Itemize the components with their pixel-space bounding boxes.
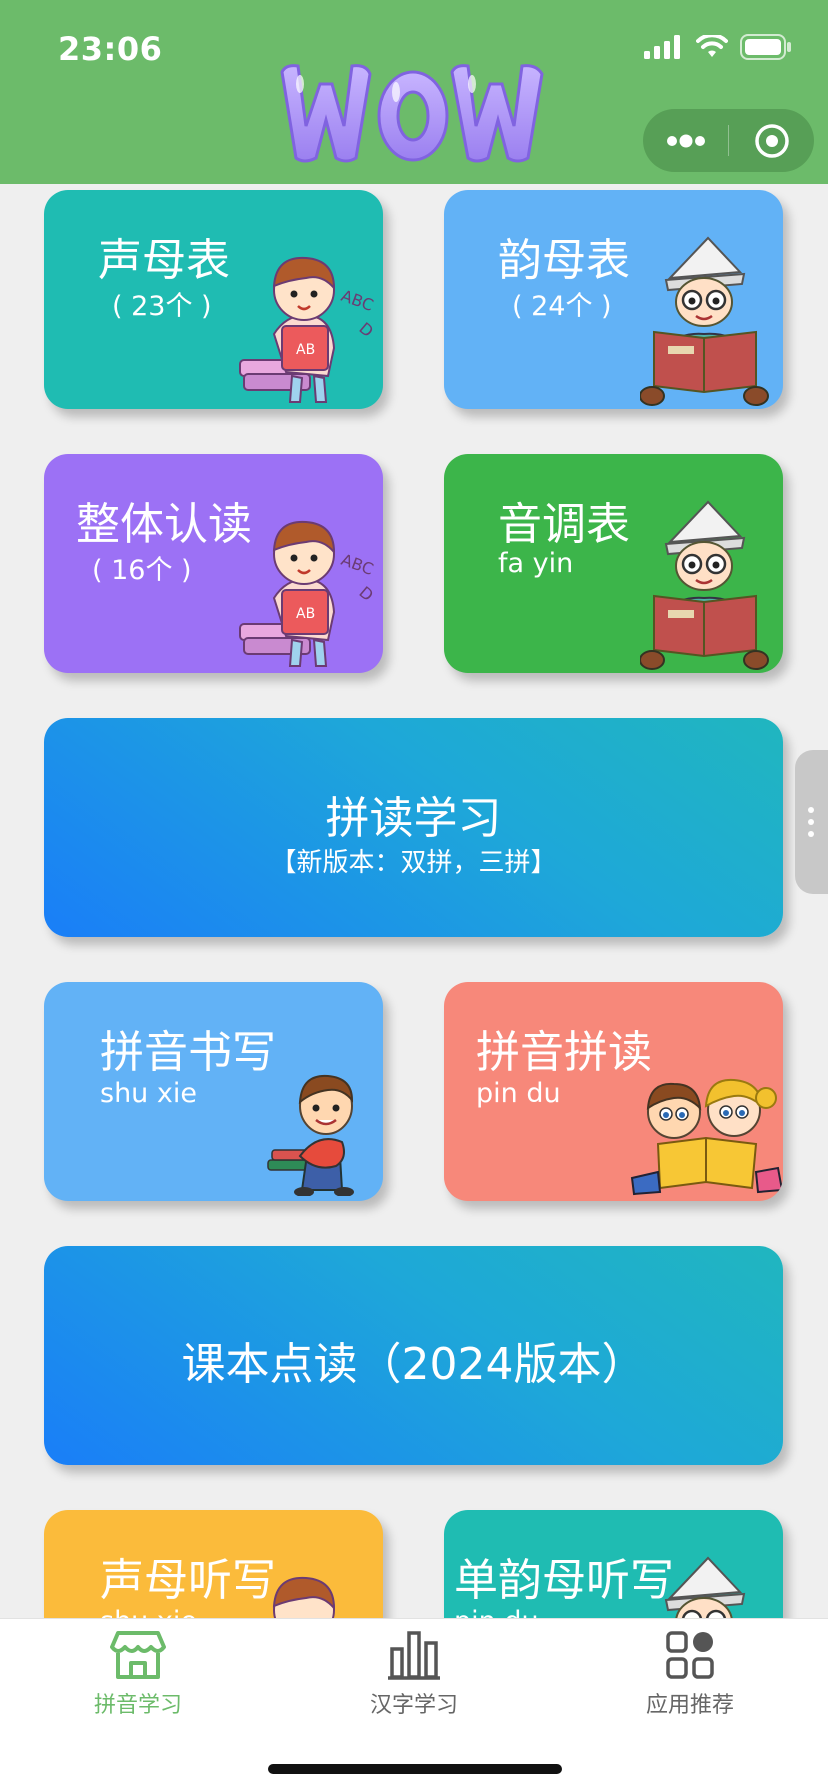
boy-reading-illustration — [640, 236, 769, 406]
tab-label: 应用推荐 — [645, 1693, 734, 1718]
more-menu-button[interactable] — [643, 109, 728, 172]
card-textbook-reading[interactable]: 课本点读（2024版本） — [44, 1246, 783, 1465]
header-bar: 23:06 — [0, 0, 828, 184]
card-title: 整体认读 — [76, 499, 252, 550]
card-title: 拼读学习 — [325, 793, 502, 844]
handle-dot — [808, 819, 814, 825]
card-spelling-study[interactable]: 拼读学习 【新版本：双拼，三拼】 — [44, 718, 783, 937]
card-subtitle: ( 16个 ) — [92, 555, 192, 586]
boy-reading-illustration — [640, 500, 769, 670]
card-subtitle: fa yin — [498, 548, 574, 579]
tab-label: 汉字学习 — [369, 1693, 458, 1718]
card-subtitle: ( 24个 ) — [512, 291, 612, 322]
card-tones-table[interactable]: 音调表 fa yin — [444, 454, 783, 673]
bar-chart-icon — [388, 1631, 440, 1680]
card-finals-table[interactable]: 韵母表 ( 24个 ) — [444, 190, 783, 409]
handle-dot — [808, 831, 814, 837]
home-indicator[interactable] — [268, 1764, 562, 1774]
card-subtitle: shu xie — [100, 1078, 197, 1109]
more-dots-icon — [666, 134, 705, 147]
boy-with-books-illustration — [267, 1074, 354, 1196]
close-mini-program-button[interactable] — [729, 109, 814, 172]
card-title: 音调表 — [498, 499, 630, 550]
bottom-tab-bar: 拼音学习 汉字学习 应用推荐 — [0, 1618, 828, 1792]
svg-text:ABC: ABC — [339, 550, 376, 579]
mini-program-capsule — [643, 109, 814, 172]
card-initials-table[interactable]: 声母表 ( 23个 ) AB ABC D — [44, 190, 383, 409]
shop-icon — [110, 1631, 166, 1679]
girl-reading-illustration: AB ABC D — [239, 520, 377, 667]
card-whole-syllables[interactable]: 整体认读 ( 16个 ) AB ABC D — [44, 454, 383, 673]
status-icons — [644, 34, 792, 60]
card-title: 拼音书写 — [100, 1027, 276, 1078]
screen: 23:06 声母表 (23个) AB ABC D 韵母表 (24个) 整… — [0, 0, 828, 1792]
card-pinyin-writing[interactable]: 拼音书写 shu xie — [44, 982, 383, 1201]
side-float-handle[interactable] — [795, 750, 828, 894]
handle-dot — [808, 807, 814, 813]
card-subtitle: 【新版本：双拼，三拼】 — [270, 848, 557, 878]
card-title: 拼音拼读 — [476, 1027, 652, 1078]
svg-text:ABC: ABC — [339, 286, 376, 315]
card-title: 声母表 — [98, 235, 230, 286]
apps-grid-icon — [666, 1631, 714, 1679]
tab-hanzi-study[interactable]: 汉字学习 — [314, 1629, 514, 1729]
kids-reading-illustration — [630, 1078, 783, 1196]
signal-icon — [644, 35, 680, 59]
card-title: 韵母表 — [498, 235, 630, 286]
battery-icon — [740, 34, 791, 60]
tab-label: 拼音学习 — [93, 1693, 182, 1718]
svg-text:D: D — [355, 583, 377, 605]
tab-pinyin-study[interactable]: 拼音学习 — [38, 1629, 238, 1729]
wifi-icon — [696, 35, 728, 57]
girl-reading-illustration: AB ABC D — [239, 256, 377, 403]
card-title: 课本点读（2024版本） — [181, 1339, 646, 1390]
target-close-icon — [754, 123, 789, 158]
card-subtitle: ( 23个 ) — [112, 291, 212, 322]
svg-text:D: D — [355, 319, 377, 341]
card-subtitle: pin du — [476, 1078, 561, 1109]
tab-app-recommend[interactable]: 应用推荐 — [590, 1629, 790, 1729]
status-time: 23:06 — [58, 30, 163, 68]
svg-text:AB: AB — [296, 342, 315, 358]
svg-text:AB: AB — [296, 606, 315, 622]
wow-logo — [280, 64, 544, 163]
card-pinyin-reading[interactable]: 拼音拼读 pin du — [444, 982, 783, 1201]
